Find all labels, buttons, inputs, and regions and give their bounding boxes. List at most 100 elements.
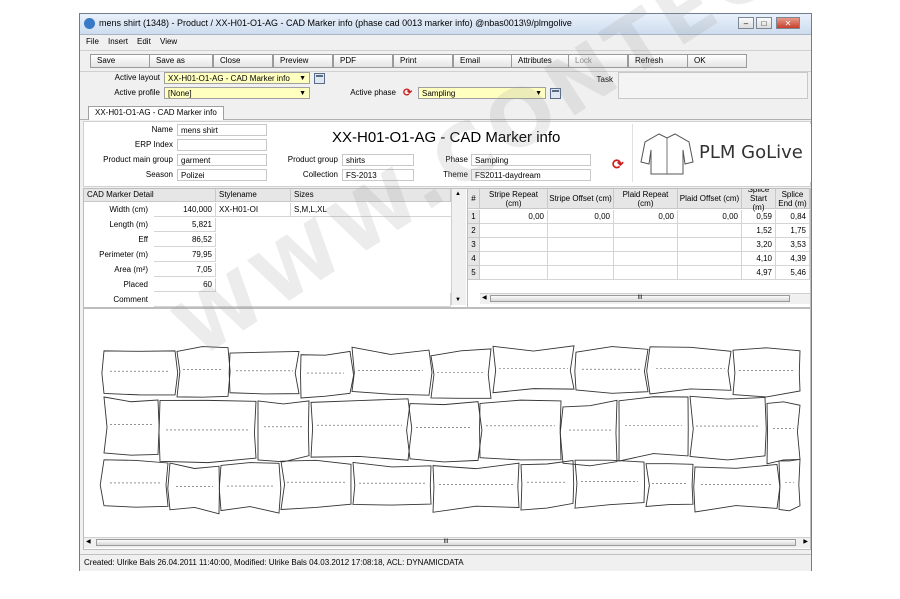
marker-horizontal-scrollbar[interactable]: ◀ III ▶ (84, 537, 810, 548)
pattern-piece (689, 395, 767, 461)
preview-button[interactable]: Preview (273, 54, 333, 68)
marker-scroll-thumb[interactable]: III (96, 539, 796, 546)
season-field[interactable]: Polizei (177, 169, 267, 181)
menu-view[interactable]: View (160, 37, 177, 46)
cad-row-value[interactable]: 7,05 (154, 263, 216, 277)
erp-index-field[interactable] (177, 139, 267, 151)
pattern-piece (432, 462, 520, 513)
pattern-piece (732, 347, 801, 398)
splice-cell[interactable] (548, 252, 614, 266)
splice-cell[interactable] (480, 252, 548, 266)
stylename-cell[interactable]: XX-H01-OI (216, 203, 291, 217)
active-profile-select[interactable]: [None] ▼ (164, 87, 310, 99)
splice-cell[interactable] (548, 266, 614, 280)
save-button[interactable]: Save (90, 54, 150, 68)
refresh-button[interactable]: Refresh (628, 54, 688, 68)
print-button[interactable]: Print (393, 54, 453, 68)
splice-cell[interactable] (614, 252, 678, 266)
splice-cell[interactable] (480, 266, 548, 280)
splice-horizontal-scrollbar[interactable]: ◀ III (480, 293, 810, 304)
splice-cell[interactable]: 1,75 (776, 224, 810, 238)
layout-calendar-icon[interactable] (314, 73, 325, 84)
product-main-group-field[interactable]: garment (177, 154, 267, 166)
minimize-button[interactable]: – (738, 17, 754, 29)
splice-cell[interactable] (480, 238, 548, 252)
chevron-left-icon[interactable]: ◀ (482, 294, 487, 301)
title-bar[interactable]: mens shirt (1348) - Product / XX-H01-O1-… (80, 14, 811, 35)
chevron-right-icon[interactable]: ▶ (803, 538, 808, 545)
chevron-up-icon[interactable]: ▲ (455, 191, 461, 197)
splice-column-header: Stripe Repeat (cm) (480, 189, 548, 209)
phase-calendar-icon[interactable] (550, 88, 561, 99)
splice-cell[interactable] (614, 266, 678, 280)
close-window-button[interactable]: ✕ (776, 17, 800, 29)
splice-cell[interactable]: 3,20 (742, 238, 776, 252)
tab-cad-marker-info[interactable]: XX-H01-O1-AG - CAD Marker info (88, 106, 224, 120)
splice-cell[interactable] (480, 224, 548, 238)
cad-row-value[interactable]: 79,95 (154, 248, 216, 262)
email-button[interactable]: Email (453, 54, 513, 68)
active-layout-select[interactable]: XX-H01-O1-AG - CAD Marker info ▼ (164, 72, 310, 84)
active-phase-select[interactable]: Sampling ▼ (418, 87, 546, 99)
splice-cell[interactable]: 0,84 (776, 210, 810, 224)
task-field[interactable] (618, 72, 808, 99)
cad-row-value[interactable]: 5,821 (154, 218, 216, 232)
pattern-piece (176, 346, 231, 398)
splice-cell[interactable]: 4,97 (742, 266, 776, 280)
name-field[interactable]: mens shirt (177, 124, 267, 136)
cad-row-value[interactable]: 60 (154, 278, 216, 292)
pattern-piece (492, 345, 575, 394)
chevron-left-icon[interactable]: ◀ (86, 538, 91, 545)
menu-insert[interactable]: Insert (108, 37, 128, 46)
splice-cell[interactable]: 1,52 (742, 224, 776, 238)
cad-row-value[interactable]: 86,52 (154, 233, 216, 247)
splice-cell[interactable] (614, 224, 678, 238)
splice-cell[interactable]: 4,10 (742, 252, 776, 266)
splice-row-number: 1 (468, 210, 480, 224)
splice-cell[interactable] (614, 238, 678, 252)
theme-field[interactable]: FS2011-daydream (471, 169, 591, 181)
cad-row-label: Length (m) (109, 220, 148, 229)
status-bar: Created: Ulrike Bals 26.04.2011 11:40:00… (80, 554, 811, 571)
pattern-piece (645, 463, 694, 507)
splice-cell[interactable]: 4,39 (776, 252, 810, 266)
splice-cell[interactable] (678, 224, 742, 238)
product-group-field[interactable]: shirts (342, 154, 414, 166)
pattern-piece (300, 350, 355, 399)
maximize-button[interactable]: □ (756, 17, 772, 29)
splice-cell[interactable] (678, 252, 742, 266)
splice-cell[interactable]: 0,00 (614, 210, 678, 224)
splice-cell[interactable]: 0,00 (480, 210, 548, 224)
name-label: Name (151, 125, 173, 134)
chevron-down-icon[interactable]: ▼ (455, 297, 461, 303)
splice-cell[interactable] (548, 238, 614, 252)
cad-row-label: Width (cm) (109, 205, 148, 214)
pdf-button[interactable]: PDF (333, 54, 393, 68)
splice-cell[interactable] (548, 224, 614, 238)
splice-cell[interactable]: 5,46 (776, 266, 810, 280)
menu-file[interactable]: File (86, 37, 99, 46)
splice-cell[interactable]: 0,00 (678, 210, 742, 224)
splice-cell[interactable] (678, 266, 742, 280)
sizes-cell[interactable]: S,M,L,XL (291, 203, 451, 217)
attributes-button[interactable]: Attributes (511, 54, 571, 68)
save-as-button[interactable]: Save as (149, 54, 213, 68)
cad-row-value[interactable] (154, 293, 451, 307)
lock-button[interactable]: Lock (568, 54, 628, 68)
vertical-scrollbar[interactable]: ▲ ▼ (451, 189, 466, 305)
close-button[interactable]: Close (213, 54, 273, 68)
splice-row-number: 5 (468, 266, 480, 280)
cad-row-value[interactable]: 140,000 (154, 203, 216, 217)
scroll-thumb[interactable]: III (490, 295, 790, 302)
menu-edit[interactable]: Edit (137, 37, 151, 46)
splice-cell[interactable] (678, 238, 742, 252)
cad-detail-header: CAD Marker Detail (84, 189, 216, 202)
splice-cell[interactable]: 3,53 (776, 238, 810, 252)
splice-cell[interactable]: 0,00 (548, 210, 614, 224)
phase-field[interactable]: Sampling (471, 154, 591, 166)
splice-cell[interactable]: 0,59 (742, 210, 776, 224)
splice-column-header: # (468, 189, 480, 209)
ok-button[interactable]: OK (687, 54, 747, 68)
collection-field[interactable]: FS-2013 (342, 169, 414, 181)
shirt-icon (640, 133, 694, 175)
